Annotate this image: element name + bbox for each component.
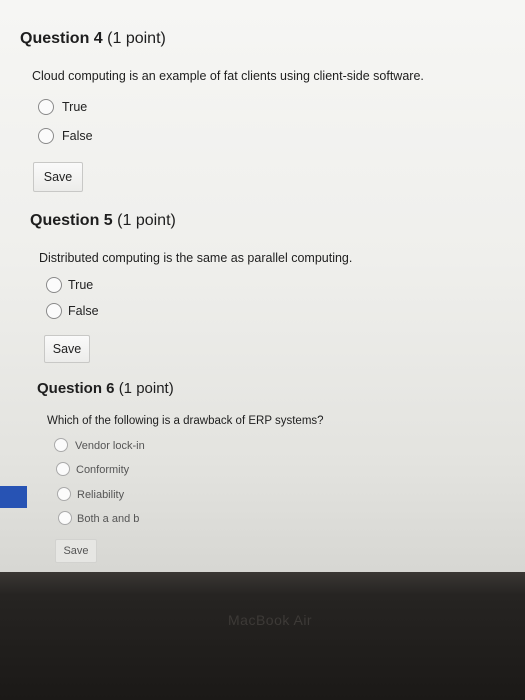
question-6-heading: Question 6 (1 point)	[37, 380, 174, 397]
quiz-screen: Question 4 (1 point) Cloud computing is …	[0, 0, 525, 578]
q6-option-c[interactable]: Reliability	[77, 489, 124, 501]
question-4-points: (1 point)	[107, 30, 166, 47]
question-6-number: Question 6	[37, 380, 115, 397]
q4-save-button[interactable]: Save	[33, 162, 83, 192]
blue-edge-tab	[0, 486, 27, 508]
question-6-text: Which of the following is a drawback of …	[47, 415, 324, 427]
q6-option-b[interactable]: Conformity	[76, 464, 129, 476]
q5-radio-false[interactable]	[46, 303, 62, 319]
q6-radio-d[interactable]	[58, 511, 72, 525]
question-5-number: Question 5	[30, 212, 113, 229]
question-5-points: (1 point)	[117, 212, 176, 229]
question-5-text: Distributed computing is the same as par…	[39, 251, 353, 265]
q4-option-true[interactable]: True	[62, 100, 87, 114]
q5-save-button[interactable]: Save	[44, 335, 90, 363]
question-6-points: (1 point)	[118, 380, 174, 397]
question-5-heading: Question 5 (1 point)	[30, 212, 176, 230]
q4-radio-true[interactable]	[38, 99, 54, 115]
q5-option-false[interactable]: False	[68, 304, 99, 318]
q6-radio-c[interactable]	[57, 487, 71, 501]
question-4-number: Question 4	[20, 30, 103, 47]
q6-option-a[interactable]: Vendor lock-in	[75, 440, 145, 452]
q5-radio-true[interactable]	[46, 277, 62, 293]
brand-logo: MacBook Air	[228, 612, 313, 628]
q6-save-button[interactable]: Save	[55, 539, 97, 563]
q6-option-d[interactable]: Both a and b	[77, 513, 139, 525]
q6-radio-b[interactable]	[56, 462, 70, 476]
q5-option-true[interactable]: True	[68, 278, 93, 292]
laptop-bezel	[0, 572, 525, 700]
q4-radio-false[interactable]	[38, 128, 54, 144]
q4-option-false[interactable]: False	[62, 129, 93, 143]
question-4-heading: Question 4 (1 point)	[20, 30, 166, 48]
q6-radio-a[interactable]	[54, 438, 68, 452]
question-4-text: Cloud computing is an example of fat cli…	[32, 69, 424, 83]
